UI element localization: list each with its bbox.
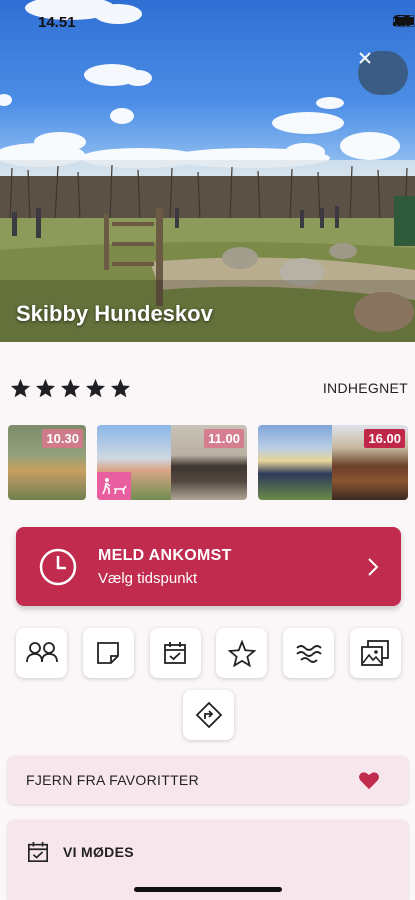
photos-button[interactable] xyxy=(349,628,401,678)
calendar-check-icon xyxy=(28,841,48,862)
person-photo-thumbnail xyxy=(258,425,332,500)
star-filled-icon xyxy=(85,378,106,398)
photos-icon xyxy=(361,640,390,666)
heart-icon xyxy=(359,771,379,789)
arrival-title: MELD ANKOMST xyxy=(98,546,232,564)
park-title: Skibby Hundeskov xyxy=(16,301,213,326)
walking-badge xyxy=(97,472,131,500)
arrival-subtitle: Vælg tidspunkt xyxy=(98,569,198,587)
rating-row: INDHEGNET xyxy=(10,374,410,402)
note-button[interactable] xyxy=(82,628,134,678)
remove-favorite-button[interactable]: FJERN FRA FAVORITTER xyxy=(8,756,408,804)
star-filled-icon xyxy=(110,378,131,398)
close-icon xyxy=(359,52,371,64)
battery-icon xyxy=(393,15,415,27)
checkin-time: 10.30 xyxy=(42,429,83,448)
water-icon xyxy=(296,645,322,663)
directions-button[interactable] xyxy=(183,690,234,740)
calendar-button[interactable] xyxy=(149,628,201,678)
star-outline-icon xyxy=(227,639,256,667)
star-filled-icon xyxy=(10,378,31,398)
status-bar-time: 14.51 xyxy=(38,14,76,31)
clock-icon xyxy=(39,548,77,585)
arrival-texts: MELD ANKOMST Vælg tidspunkt xyxy=(98,547,367,587)
park-detail-screen: 14.51 Skibby Hundeskov INDHEGNET 10.30 1… xyxy=(0,0,415,900)
chevron-right-icon xyxy=(368,557,379,576)
star-filled-icon xyxy=(60,378,81,398)
meetup-label: VI MØDES xyxy=(63,844,134,860)
checkin-time: 16.00 xyxy=(364,429,405,448)
people-icon xyxy=(25,642,58,663)
action-icon-row xyxy=(16,628,401,680)
checkin-photo[interactable]: 10.30 xyxy=(8,425,86,500)
rating-stars xyxy=(10,378,131,398)
remove-favorite-label: FJERN FRA FAVORITTER xyxy=(26,772,199,788)
park-hero-image: 14.51 Skibby Hundeskov xyxy=(0,0,415,342)
checkin-photo-strip: 10.30 11.00 16.00 xyxy=(8,425,408,500)
fence-tag: INDHEGNET xyxy=(322,380,408,396)
walker-dog-icon xyxy=(102,478,127,495)
close-button[interactable] xyxy=(358,51,408,95)
favorite-star-button[interactable] xyxy=(216,628,268,678)
note-icon xyxy=(97,642,120,664)
home-indicator[interactable] xyxy=(134,887,282,892)
announce-arrival-button[interactable]: MELD ANKOMST Vælg tidspunkt xyxy=(16,527,401,606)
selfie-photo-thumbnail xyxy=(97,425,171,500)
calendar-check-icon xyxy=(164,642,186,664)
directions-icon xyxy=(195,701,222,729)
star-filled-icon xyxy=(35,378,56,398)
checkin-photo[interactable]: 16.00 xyxy=(258,425,408,500)
park-landscape-illustration xyxy=(0,0,415,342)
water-button[interactable] xyxy=(283,628,335,678)
people-button[interactable] xyxy=(16,628,67,678)
checkin-photo[interactable]: 11.00 xyxy=(97,425,247,500)
checkin-time: 11.00 xyxy=(204,429,244,448)
